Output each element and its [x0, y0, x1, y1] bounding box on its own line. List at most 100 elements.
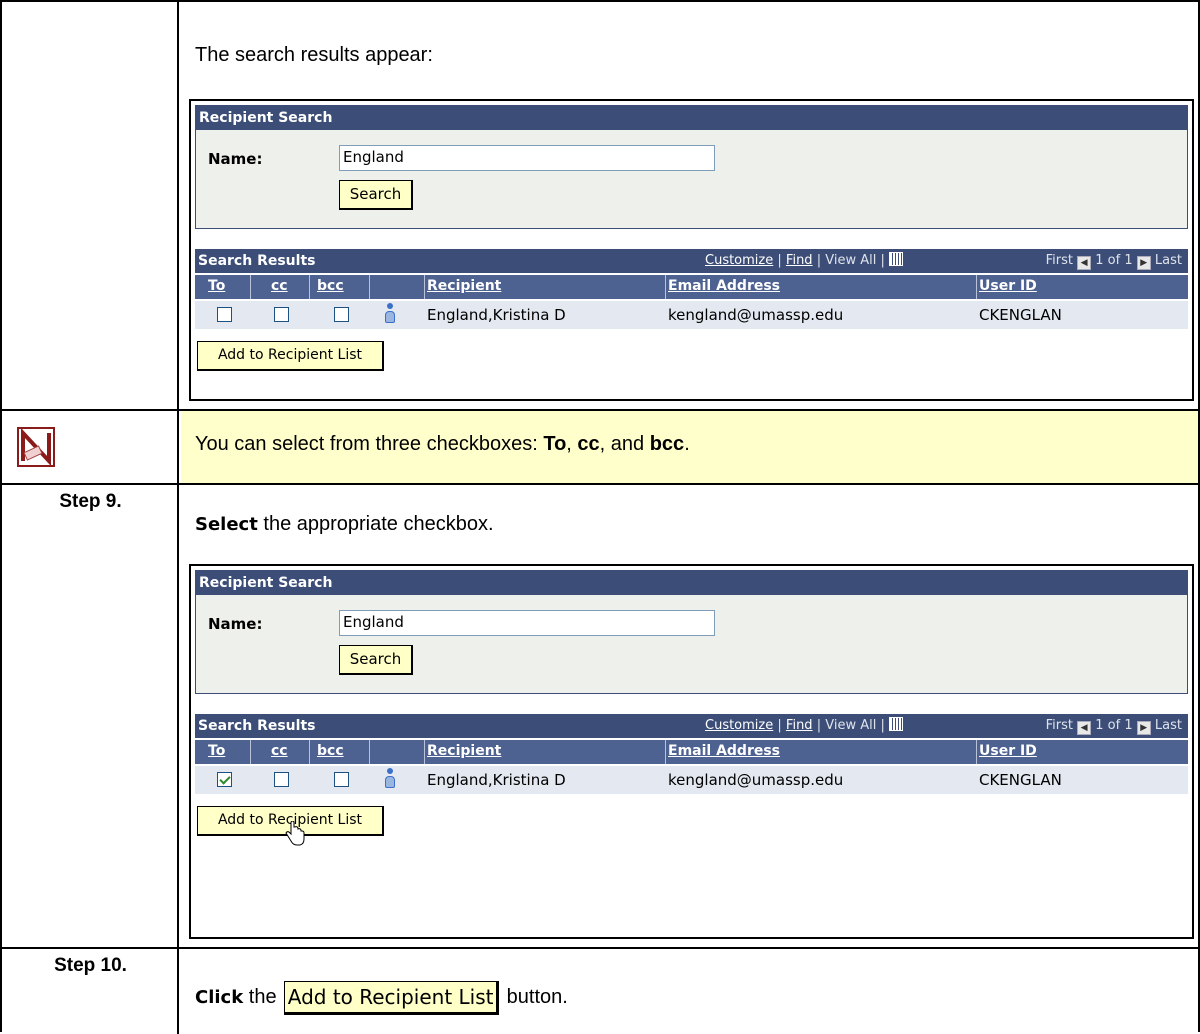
col-divider — [976, 740, 977, 764]
note-cc: cc — [577, 433, 600, 455]
note-prefix: You can select from three checkboxes: — [195, 433, 544, 455]
recipient-userid: CKENGLAN — [979, 306, 1062, 324]
col-email[interactable]: Email Address — [668, 743, 780, 759]
col-divider — [309, 740, 310, 764]
results-column-headers: To cc bcc Recipient Email Address User I… — [195, 275, 1188, 299]
col-cc[interactable]: cc — [271, 743, 288, 759]
right-cell: The search results appear: Recipient Sea… — [181, 2, 1198, 409]
table-row-step10: Step 10. Click the Add to Recipient List… — [2, 949, 1198, 1034]
instruction-table: The search results appear: Recipient Sea… — [0, 0, 1200, 1034]
add-to-recipient-list-button[interactable]: Add to Recipient List — [197, 341, 384, 371]
col-to[interactable]: To — [208, 278, 225, 294]
recipient-search-header: Recipient Search — [196, 571, 1187, 595]
table-row-intro: The search results appear: Recipient Sea… — [2, 2, 1198, 411]
to-checkbox[interactable] — [217, 307, 232, 322]
col-email[interactable]: Email Address — [668, 278, 780, 294]
add-to-recipient-list-button[interactable]: Add to Recipient List — [197, 806, 384, 846]
right-cell: Click the Add to Recipient List button. — [181, 949, 1198, 1034]
download-grid-icon[interactable] — [889, 252, 904, 266]
note-text: You can select from three checkboxes: To… — [195, 433, 690, 456]
table-row-step9: Step 9. Select the appropriate checkbox.… — [2, 485, 1198, 949]
recipient-search-header: Recipient Search — [196, 106, 1187, 130]
find-link[interactable]: Find — [786, 718, 813, 733]
next-arrow-icon[interactable]: ▶ — [1136, 256, 1151, 270]
search-button[interactable]: Search — [339, 180, 413, 210]
bcc-checkbox[interactable] — [334, 307, 349, 322]
col-to[interactable]: To — [208, 743, 225, 759]
recipient-email: kengland@umassp.edu — [668, 771, 844, 789]
step9-action: Select — [195, 514, 258, 535]
grid-tools: Customize | Find | View All | — [705, 716, 904, 736]
step-label: Step 10. — [54, 955, 127, 976]
step10-text: Click the Add to Recipient List button. — [195, 977, 568, 1018]
view-all-link[interactable]: View All — [825, 253, 876, 268]
col-divider — [309, 275, 310, 299]
left-cell: Step 9. — [2, 485, 179, 947]
customize-link[interactable]: Customize — [705, 253, 773, 268]
recipient-userid: CKENGLAN — [979, 771, 1062, 789]
col-userid[interactable]: User ID — [979, 743, 1037, 759]
col-userid[interactable]: User ID — [979, 278, 1037, 294]
recipient-email: kengland@umassp.edu — [668, 306, 844, 324]
col-divider — [424, 740, 425, 764]
col-divider — [976, 275, 977, 299]
right-cell: You can select from three checkboxes: To… — [181, 411, 1198, 483]
person-icon[interactable] — [384, 303, 396, 325]
step10-text-after: button. — [501, 986, 568, 1008]
results-column-headers: To cc bcc Recipient Email Address User I… — [195, 740, 1188, 764]
find-link[interactable]: Find — [786, 253, 813, 268]
cc-checkbox[interactable] — [274, 307, 289, 322]
col-divider — [665, 275, 666, 299]
col-divider — [369, 275, 370, 299]
col-divider — [424, 275, 425, 299]
col-bcc[interactable]: bcc — [317, 278, 344, 294]
pagination: First ◀ 1 of 1 ▶ Last — [1046, 716, 1182, 736]
name-input[interactable]: England — [339, 145, 715, 171]
view-all-link[interactable]: View All — [825, 718, 876, 733]
first-link[interactable]: First — [1046, 718, 1073, 733]
search-results-header: Search Results Customize | Find | View A… — [195, 249, 1188, 273]
customize-link[interactable]: Customize — [705, 718, 773, 733]
to-checkbox[interactable] — [217, 772, 232, 787]
step10-action: Click — [195, 987, 244, 1008]
col-bcc[interactable]: bcc — [317, 743, 344, 759]
cc-checkbox[interactable] — [274, 772, 289, 787]
left-cell: Step 10. — [2, 949, 179, 1034]
right-cell: Select the appropriate checkbox. Recipie… — [181, 485, 1198, 947]
next-arrow-icon[interactable]: ▶ — [1136, 721, 1151, 735]
name-label: Name: — [208, 615, 263, 633]
search-results-title: Search Results — [198, 253, 316, 269]
col-divider — [250, 275, 251, 299]
first-link[interactable]: First — [1046, 253, 1073, 268]
grid-tools: Customize | Find | View All | — [705, 251, 904, 271]
separator: | — [777, 718, 782, 733]
col-divider — [369, 740, 370, 764]
note-comma: , — [566, 433, 578, 455]
note-suffix: . — [684, 433, 690, 455]
prev-arrow-icon[interactable]: ◀ — [1077, 256, 1092, 270]
search-results-header: Search Results Customize | Find | View A… — [195, 714, 1188, 738]
page-info: 1 of 1 — [1095, 253, 1133, 268]
recipient-name: England,Kristina D — [427, 306, 566, 324]
person-icon[interactable] — [384, 768, 396, 790]
separator: | — [777, 253, 782, 268]
col-cc[interactable]: cc — [271, 278, 288, 294]
left-cell — [2, 2, 179, 409]
separator: | — [816, 718, 822, 733]
name-input[interactable]: England — [339, 610, 715, 636]
search-results-title: Search Results — [198, 718, 316, 734]
table-row: England,Kristina D kengland@umassp.edu C… — [195, 766, 1188, 794]
last-link[interactable]: Last — [1155, 253, 1182, 268]
col-recipient[interactable]: Recipient — [427, 743, 501, 759]
prev-arrow-icon[interactable]: ◀ — [1077, 721, 1092, 735]
note-to: To — [543, 433, 567, 455]
download-grid-icon[interactable] — [889, 717, 904, 731]
last-link[interactable]: Last — [1155, 718, 1182, 733]
search-button[interactable]: Search — [339, 645, 413, 675]
col-recipient[interactable]: Recipient — [427, 278, 501, 294]
pagination: First ◀ 1 of 1 ▶ Last — [1046, 251, 1182, 271]
bcc-checkbox[interactable] — [334, 772, 349, 787]
step9-rest: the appropriate checkbox. — [257, 513, 494, 535]
separator: | — [880, 253, 885, 268]
add-to-recipient-list-button-image: Add to Recipient List — [284, 980, 500, 1015]
